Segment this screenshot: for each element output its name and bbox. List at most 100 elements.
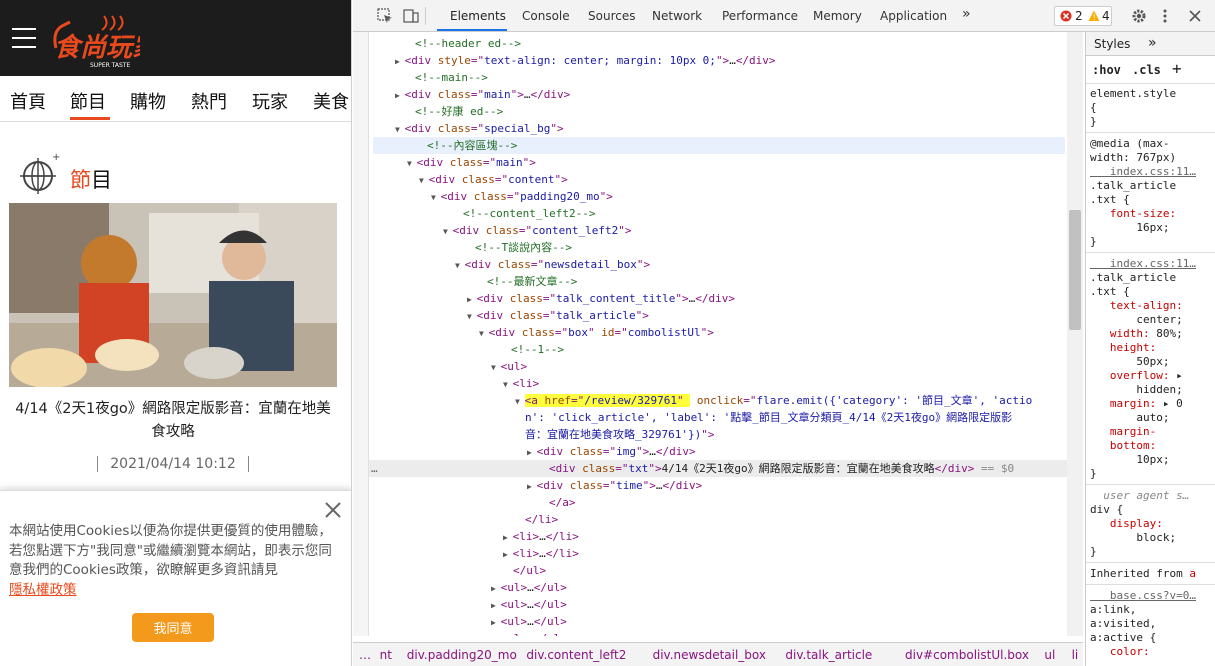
nav-programs[interactable]: 節目: [70, 88, 106, 114]
nav-hot[interactable]: 熱門: [191, 88, 227, 114]
expand-triangle-icon[interactable]: ▶: [491, 584, 501, 593]
device-toolbar-icon[interactable]: [403, 8, 419, 24]
tab-console[interactable]: Console: [522, 9, 570, 23]
hover-state-toggle[interactable]: :hov: [1092, 63, 1121, 77]
tab-elements[interactable]: Elements: [450, 9, 506, 23]
breadcrumb-item[interactable]: div.padding20_mo: [407, 648, 517, 662]
collapse-triangle-icon[interactable]: ▼: [479, 329, 489, 338]
nav-food[interactable]: 美食: [313, 88, 349, 114]
dom-node-line[interactable]: ▶ <div class="talk_content_title">…</div…: [353, 290, 1083, 307]
more-options-icon[interactable]: [1157, 8, 1173, 24]
dom-node-line[interactable]: <!--內容區塊-->: [373, 137, 1065, 154]
expand-triangle-icon[interactable]: ▶: [491, 601, 501, 610]
dom-node-line[interactable]: <!--T談說內容-->: [353, 239, 1083, 256]
dom-node-line[interactable]: 音：宜蘭在地美食攻略_329761'})">: [353, 426, 1083, 443]
collapse-triangle-icon[interactable]: ▼: [491, 363, 501, 372]
node-menu-dots[interactable]: …: [371, 460, 378, 477]
dom-node-line[interactable]: ▼ <ul>: [353, 358, 1083, 375]
breadcrumb-item[interactable]: div#combolistUl.box: [905, 648, 1029, 662]
collapse-triangle-icon[interactable]: ▼: [515, 397, 525, 406]
article-thumbnail[interactable]: [9, 203, 337, 387]
expand-triangle-icon[interactable]: ▶: [527, 448, 537, 457]
expand-triangle-icon[interactable]: ▶: [491, 618, 501, 627]
expand-triangle-icon[interactable]: ▶: [395, 57, 405, 66]
dom-node-line[interactable]: ▶ <div style="text-align: center; margin…: [353, 52, 1083, 69]
dom-node-line[interactable]: ▼ <a href="/review/329761" onclick="flar…: [353, 392, 1083, 409]
tab-performance[interactable]: Performance: [722, 9, 798, 23]
dom-node-line[interactable]: ▼ <div class="box" id="combolistUl">: [353, 324, 1083, 341]
dom-node-line[interactable]: ▶ <ul>…</ul>: [353, 596, 1083, 613]
collapse-triangle-icon[interactable]: ▼: [419, 176, 429, 185]
dom-node-line[interactable]: ▼ <div class="padding20_mo">: [353, 188, 1083, 205]
dom-node-line[interactable]: </ul>: [353, 562, 1083, 579]
expand-triangle-icon[interactable]: ▶: [527, 482, 537, 491]
expand-triangle-icon[interactable]: ▶: [467, 295, 477, 304]
collapse-triangle-icon[interactable]: ▼: [395, 125, 405, 134]
dom-node-line[interactable]: <!--好康 ed-->: [353, 103, 1083, 120]
tab-styles[interactable]: Styles: [1094, 37, 1130, 51]
dom-node-line[interactable]: ▶ <div class="img">…</div>: [353, 443, 1083, 460]
nav-home[interactable]: 首頁: [10, 88, 46, 114]
dom-node-line[interactable]: ▼ <div class="talk_article">: [353, 307, 1083, 324]
expand-triangle-icon[interactable]: ▶: [503, 550, 513, 559]
collapse-triangle-icon[interactable]: ▼: [431, 193, 441, 202]
breadcrumb-item[interactable]: nt: [380, 648, 392, 662]
close-devtools-icon[interactable]: [1187, 8, 1203, 24]
issues-badge[interactable]: 2 ! 4: [1054, 6, 1112, 26]
dom-node-line[interactable]: … <div class="txt">4/14《2天1夜go》網路限定版影音：宜蘭…: [369, 460, 1067, 477]
agree-button[interactable]: 我同意: [132, 613, 214, 642]
more-tabs-icon[interactable]: »: [962, 6, 971, 22]
elements-dom-tree[interactable]: <!--header ed--> ▶ <div style="text-align…: [353, 32, 1083, 636]
collapse-triangle-icon[interactable]: ▼: [467, 312, 477, 321]
dom-node-line[interactable]: ▶ <div class="time">…</div>: [353, 477, 1083, 494]
breadcrumb-item[interactable]: …: [359, 648, 371, 662]
elements-scrollbar[interactable]: [1067, 32, 1083, 636]
dom-node-line[interactable]: ▶ <div class="main">…</div>: [353, 86, 1083, 103]
styles-more-icon[interactable]: »: [1148, 35, 1157, 51]
tab-memory[interactable]: Memory: [813, 9, 862, 23]
expand-triangle-icon[interactable]: ▶: [503, 533, 513, 542]
breadcrumb-item[interactable]: div.talk_article: [785, 648, 872, 662]
tab-sources[interactable]: Sources: [588, 9, 635, 23]
dom-node-line[interactable]: ▼ <div class="content_left2">: [353, 222, 1083, 239]
dom-node-line[interactable]: ▶ <ul>…</ul>: [353, 579, 1083, 596]
dom-node-line[interactable]: <!--最新文章-->: [353, 273, 1083, 290]
collapse-triangle-icon[interactable]: ▼: [455, 261, 465, 270]
dom-node-line[interactable]: <!--main-->: [353, 69, 1083, 86]
dom-node-line[interactable]: ▼ <div class="special_bg">: [353, 120, 1083, 137]
expand-triangle-icon[interactable]: ▶: [491, 635, 501, 636]
dom-node-line[interactable]: ▶ <li>…</li>: [353, 528, 1083, 545]
elements-scrollbar-thumb[interactable]: [1069, 210, 1081, 330]
dom-node-line[interactable]: <!--content_left2-->: [353, 205, 1083, 222]
dom-node-line[interactable]: ▶ <li>…</li>: [353, 545, 1083, 562]
dom-node-line[interactable]: </a>: [353, 494, 1083, 511]
breadcrumb-item[interactable]: div.newsdetail_box: [653, 648, 766, 662]
nav-shopping[interactable]: 購物: [130, 88, 166, 114]
tab-application[interactable]: Application: [880, 9, 947, 23]
collapse-triangle-icon[interactable]: ▼: [443, 227, 453, 236]
article-title[interactable]: 4/14《2天1夜go》網路限定版影音：宜蘭在地美食攻略: [9, 398, 337, 444]
dom-node-line[interactable]: </li>: [353, 511, 1083, 528]
breadcrumb-item[interactable]: li: [1072, 648, 1079, 662]
dom-node-line[interactable]: ▼ <div class="main">: [353, 154, 1083, 171]
collapse-triangle-icon[interactable]: ▼: [503, 380, 513, 389]
dom-node-line[interactable]: ▼ <li>: [353, 375, 1083, 392]
dom-node-line[interactable]: ▼ <div class="content">: [353, 171, 1083, 188]
dom-node-line[interactable]: <!--header ed-->: [353, 35, 1083, 52]
breadcrumb-item[interactable]: ul: [1044, 648, 1055, 662]
settings-gear-icon[interactable]: [1131, 8, 1147, 24]
expand-triangle-icon[interactable]: ▶: [395, 91, 405, 100]
hamburger-menu-icon[interactable]: [12, 28, 36, 48]
close-icon[interactable]: [324, 501, 342, 519]
dom-node-line[interactable]: <!--1-->: [353, 341, 1083, 358]
inspect-element-icon[interactable]: [377, 8, 393, 24]
class-toggle[interactable]: .cls: [1132, 63, 1161, 77]
dom-node-line[interactable]: ▶ <ul>…</ul>: [353, 630, 1083, 636]
privacy-policy-link[interactable]: 隱私權政策: [9, 582, 77, 598]
new-rule-icon[interactable]: +: [1172, 59, 1182, 78]
dom-node-line[interactable]: n': 'click_article', 'label': '點擊_節目_文章分…: [353, 409, 1083, 426]
collapse-triangle-icon[interactable]: ▼: [407, 159, 417, 168]
tab-network[interactable]: Network: [652, 9, 702, 23]
nav-player[interactable]: 玩家: [252, 88, 288, 114]
dom-node-line[interactable]: ▼ <div class="newsdetail_box">: [353, 256, 1083, 273]
